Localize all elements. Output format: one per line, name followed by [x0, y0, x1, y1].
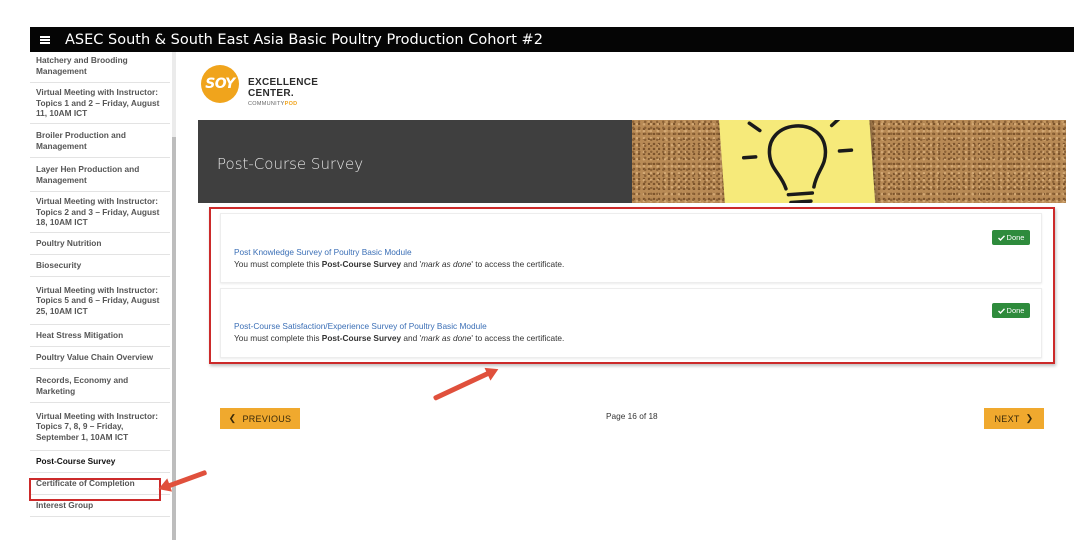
- sidebar-item-label: Virtual Meeting with Instructor: Topics …: [36, 87, 160, 119]
- course-title: ASEC South & South East Asia Basic Poult…: [65, 31, 543, 48]
- sidebar-item[interactable]: Poultry Value Chain Overview: [30, 347, 170, 369]
- next-label: NEXT: [994, 413, 1020, 424]
- sidebar-item-label: Post-Course Survey: [36, 456, 116, 467]
- soy-logo-mark: SOY: [201, 65, 239, 103]
- sidebar-item[interactable]: Hatchery and Brooding Management: [30, 52, 170, 83]
- soy-excellence-center-logo[interactable]: SOY EXCELLENCE CENTER. COMMUNITYPOD: [201, 65, 341, 111]
- sidebar-nav-list: Hatchery and Brooding Management Virtual …: [30, 52, 170, 517]
- sidebar-item-label: Records, Economy and Marketing: [36, 375, 129, 396]
- course-sidebar: Hatchery and Brooding Management Virtual …: [30, 52, 176, 540]
- sidebar-item-label: Biosecurity: [36, 260, 82, 271]
- banner-lightbulb-image: [632, 120, 1066, 203]
- logo-text-line2: CENTER.: [248, 88, 294, 99]
- survey-link[interactable]: Post Knowledge Survey of Poultry Basic M…: [234, 247, 412, 257]
- sidebar-item-label: Broiler Production and Management: [36, 130, 126, 151]
- page-title: Post-Course Survey: [217, 155, 364, 173]
- previous-label: PREVIOUS: [242, 413, 292, 424]
- active-item-highlight-box: [29, 478, 161, 501]
- sidebar-item-label: Poultry Value Chain Overview: [36, 352, 154, 363]
- annotation-arrow-surveys: [432, 370, 492, 401]
- logo-text-line1: EXCELLENCE: [248, 77, 319, 88]
- sidebar-scrollbar[interactable]: [172, 52, 176, 540]
- hamburger-menu-icon: [39, 35, 50, 44]
- sidebar-item[interactable]: Post-Course Survey: [30, 451, 170, 473]
- sidebar-item[interactable]: Virtual Meeting with Instructor: Topics …: [30, 83, 170, 124]
- checkmark-icon: [997, 307, 1005, 314]
- done-label: Done: [1006, 306, 1025, 315]
- page-banner: Post-Course Survey: [198, 120, 1066, 203]
- survey-card: Post-Course Satisfaction/Experience Surv…: [220, 288, 1042, 358]
- chevron-left-icon: ❮: [228, 413, 237, 423]
- lightbulb-icon: [741, 120, 854, 203]
- sidebar-item-label: Layer Hen Production and Management: [36, 164, 140, 185]
- sidebar-item[interactable]: Poultry Nutrition: [30, 233, 170, 255]
- sticky-note-image: [718, 120, 876, 203]
- sidebar-item[interactable]: Broiler Production and Management: [30, 124, 170, 158]
- sidebar-item-label: Virtual Meeting with Instructor: Topics …: [36, 410, 159, 442]
- hamburger-menu-button[interactable]: [34, 30, 55, 49]
- logo-text-line3: COMMUNITYPOD: [248, 101, 298, 107]
- sidebar-item[interactable]: Records, Economy and Marketing: [30, 369, 170, 403]
- sidebar-item-label: Poultry Nutrition: [36, 238, 102, 249]
- sidebar-item[interactable]: Virtual Meeting with Instructor: Topics …: [30, 403, 170, 451]
- chevron-right-icon: ❯: [1025, 413, 1034, 423]
- sidebar-item[interactable]: Layer Hen Production and Management: [30, 158, 170, 192]
- sidebar-item[interactable]: Virtual Meeting with Instructor: Topics …: [30, 277, 170, 325]
- done-status-button[interactable]: Done: [992, 303, 1030, 318]
- done-status-button[interactable]: Done: [992, 230, 1030, 245]
- survey-instruction: You must complete this Post-Course Surve…: [234, 333, 565, 343]
- done-label: Done: [1006, 233, 1025, 242]
- sidebar-item-label: Heat Stress Mitigation: [36, 330, 124, 341]
- survey-card: Post Knowledge Survey of Poultry Basic M…: [220, 213, 1042, 283]
- page-indicator: Page 16 of 18: [606, 411, 658, 421]
- course-header-bar: ASEC South & South East Asia Basic Poult…: [30, 27, 1074, 52]
- sidebar-item[interactable]: Virtual Meeting with Instructor: Topics …: [30, 192, 170, 233]
- next-button[interactable]: NEXT ❯: [984, 408, 1044, 429]
- sidebar-item-label: Virtual Meeting with Instructor: Topics …: [36, 284, 160, 316]
- sidebar-item-label: Interest Group: [36, 500, 94, 511]
- sidebar-item-label: Hatchery and Brooding Management: [36, 55, 128, 76]
- sidebar-item[interactable]: Heat Stress Mitigation: [30, 325, 170, 347]
- survey-link[interactable]: Post-Course Satisfaction/Experience Surv…: [234, 321, 487, 331]
- sidebar-item-label: Virtual Meeting with Instructor: Topics …: [36, 196, 160, 228]
- checkmark-icon: [997, 234, 1005, 241]
- previous-button[interactable]: ❮ PREVIOUS: [220, 408, 300, 429]
- sidebar-item[interactable]: Biosecurity: [30, 255, 170, 277]
- survey-instruction: You must complete this Post-Course Surve…: [234, 259, 565, 269]
